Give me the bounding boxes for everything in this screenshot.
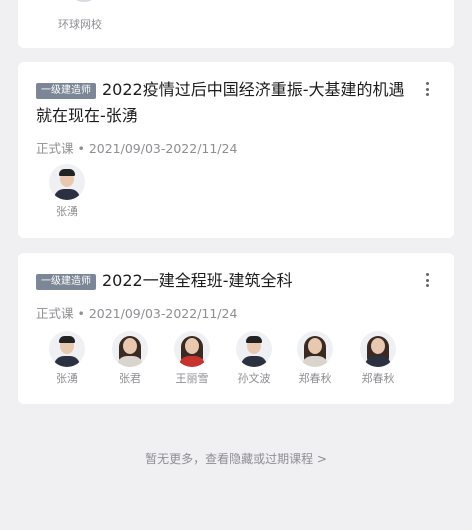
course-badge: 一级建造师	[36, 83, 96, 99]
course-card-partial[interactable]: 环球网校	[18, 0, 454, 48]
view-hidden-courses-link[interactable]: 暂无更多，查看隐藏或过期课程 >	[0, 450, 472, 467]
avatar	[236, 331, 272, 367]
teacher-item[interactable]: 张君	[108, 331, 152, 386]
teacher-name: 王丽雪	[175, 372, 209, 385]
teacher-name: 张湧	[56, 205, 78, 218]
course-badge: 一级建造师	[36, 274, 96, 290]
teacher-name: 孙文波	[237, 372, 271, 385]
avatar	[360, 331, 396, 367]
teacher-name: 郑春秋	[298, 372, 332, 385]
course-meta: 正式课 • 2021/09/03-2022/11/24	[36, 306, 238, 321]
course-title-row: 一级建造师 2022疫情过后中国经济重振-大基建的机遇就在现在-张湧	[36, 77, 414, 129]
course-card[interactable]: 一级建造师 2022一建全程班-建筑全科 正式课 • 2021/09/03-202…	[18, 253, 454, 404]
teacher-name: 张湧	[56, 372, 78, 385]
course-meta: 正式课 • 2021/09/03-2022/11/24	[36, 141, 238, 156]
teacher-item[interactable]: 郑春秋	[293, 331, 337, 386]
teacher-item[interactable]: 张湧	[45, 164, 89, 219]
teacher-name: 张君	[119, 372, 141, 385]
more-options-icon[interactable]	[426, 273, 430, 287]
avatar	[112, 331, 148, 367]
more-options-icon[interactable]	[426, 82, 430, 96]
teacher-item[interactable]: 张湧	[45, 331, 89, 386]
avatar	[174, 331, 210, 367]
teacher-item[interactable]: 郑春秋	[356, 331, 400, 386]
avatar	[297, 331, 333, 367]
avatar	[49, 164, 85, 200]
avatar	[49, 331, 85, 367]
course-title-row: 一级建造师 2022一建全程班-建筑全科	[36, 268, 414, 294]
course-card[interactable]: 一级建造师 2022疫情过后中国经济重振-大基建的机遇就在现在-张湧 正式课 • …	[18, 62, 454, 238]
teacher-item[interactable]: 王丽雪	[170, 331, 214, 386]
course-title: 2022一建全程班-建筑全科	[102, 271, 293, 290]
teacher-item[interactable]: 孙文波	[232, 331, 276, 386]
teacher-name: 郑春秋	[361, 372, 395, 385]
avatar	[67, 0, 101, 2]
teacher-name: 环球网校	[58, 18, 102, 31]
